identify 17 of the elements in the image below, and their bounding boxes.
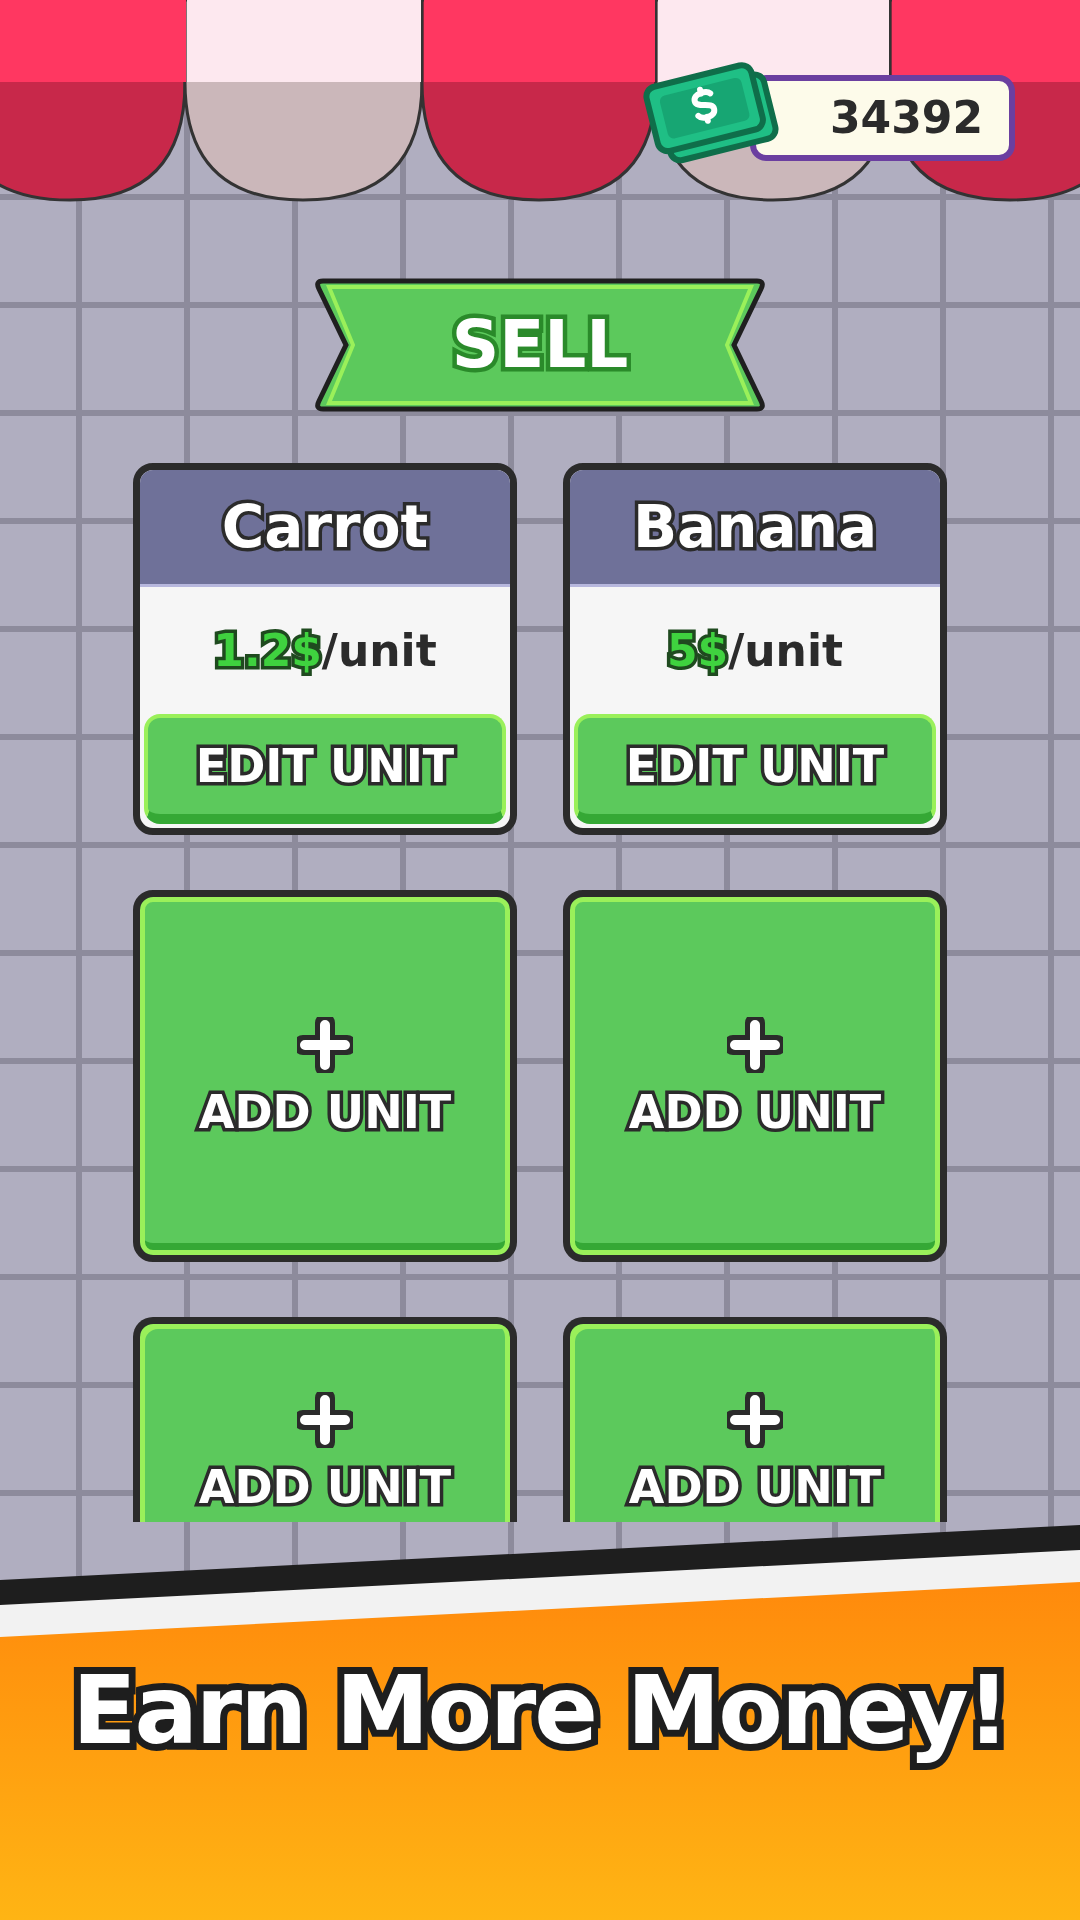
add-unit-button[interactable]: ADD UNIT	[563, 890, 947, 1262]
headline: Earn More Money!	[71, 1655, 1009, 1767]
plus-icon	[727, 1392, 783, 1448]
add-unit-button[interactable]: ADD UNIT	[133, 1317, 517, 1522]
product-name: Carrot	[221, 491, 429, 563]
add-unit-button[interactable]: ADD UNIT	[133, 890, 517, 1262]
product-name: Banana	[632, 491, 878, 563]
plus-icon	[297, 1392, 353, 1448]
edit-unit-button[interactable]: EDIT UNIT	[144, 714, 506, 824]
edit-unit-button[interactable]: EDIT UNIT	[574, 714, 936, 824]
price-label: 5$/unit	[666, 623, 844, 678]
add-unit-button[interactable]: ADD UNIT	[563, 1317, 947, 1522]
plus-icon	[727, 1017, 783, 1073]
balance-value: 34392	[829, 91, 983, 145]
plus-icon	[297, 1017, 353, 1073]
screen-title: SELL	[450, 305, 630, 385]
price-label: 1.2$/unit	[213, 623, 437, 678]
